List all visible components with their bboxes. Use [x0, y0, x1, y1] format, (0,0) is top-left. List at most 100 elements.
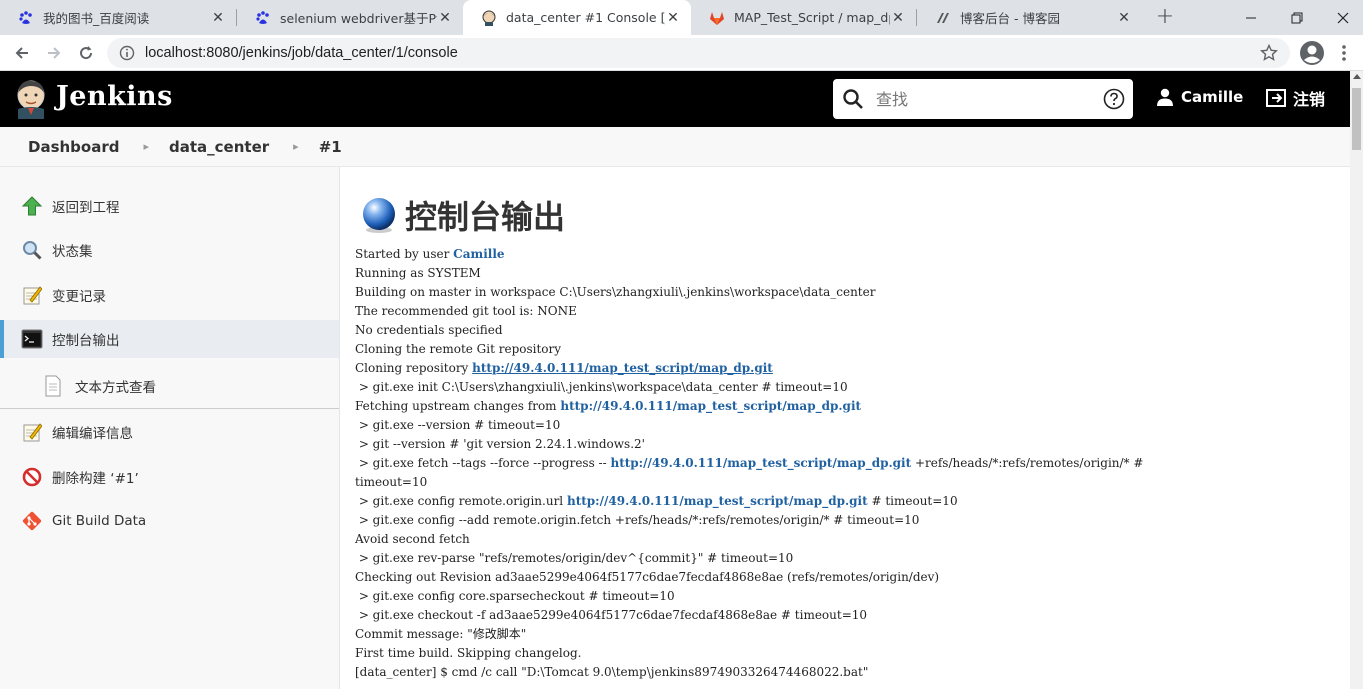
search-box [833, 79, 1133, 119]
console-line: > git.exe checkout -f ad3aae5299e4064f51… [355, 608, 868, 622]
search-input[interactable] [876, 89, 1086, 109]
forward-arrow-icon [48, 47, 61, 59]
close-icon[interactable]: ✕ [1116, 10, 1132, 26]
restore-button[interactable] [1274, 0, 1320, 35]
console-line: > git.exe config --add remote.origin.fet… [355, 513, 920, 527]
sidebar-item-changes[interactable]: 变更记录 [0, 276, 339, 314]
sidebar-item-label: 变更记录 [52, 289, 106, 305]
search-icon [843, 89, 863, 109]
sidebar-item-console-output[interactable]: 控制台输出 [0, 320, 339, 358]
repo-link[interactable]: http://49.4.0.111/map_test_script/map_dp… [610, 456, 911, 470]
back-button[interactable] [8, 39, 36, 67]
notepad-icon [21, 284, 43, 306]
window-close-button[interactable] [1320, 0, 1363, 35]
breadcrumb-dashboard[interactable]: Dashboard [28, 138, 119, 156]
tab-title: data_center #1 Console [Jen [506, 10, 665, 25]
menu-kebab-icon[interactable] [1334, 43, 1354, 63]
chevron-right-icon[interactable]: ▸ [143, 140, 149, 153]
cnblogs-icon [935, 10, 951, 26]
console-line: The recommended git tool is: NONE [355, 304, 577, 318]
reload-button[interactable] [72, 39, 100, 67]
console-line: > git.exe init C:\Users\zhangxiuli\.jenk… [355, 380, 848, 394]
browser-tab-strip: 我的图书_百度阅读 ✕ selenium webdriver基于Pyth ✕ d… [0, 0, 1363, 35]
url-text: localhost:8080/jenkins/job/data_center/1… [145, 45, 458, 61]
jenkins-logo-icon[interactable] [14, 79, 48, 119]
no-entry-icon [21, 466, 43, 488]
address-bar[interactable]: localhost:8080/jenkins/job/data_center/1… [107, 38, 1290, 68]
console-line: Cloning the remote Git repository [355, 342, 562, 356]
sidebar-item-view-as-plain-text[interactable]: 文本方式查看 [0, 367, 339, 405]
console-output: Started by user Camille Running as SYSTE… [355, 245, 1335, 682]
document-icon [42, 375, 64, 397]
breadcrumb-job[interactable]: data_center [169, 138, 269, 156]
browser-tab[interactable]: 我的图书_百度阅读 ✕ [0, 0, 236, 35]
jenkins-brand[interactable]: Jenkins [56, 81, 173, 112]
user-link[interactable]: Camille [453, 247, 504, 261]
console-line: First time build. Skipping changelog. [355, 646, 582, 660]
browser-tab[interactable]: selenium webdriver基于Pyth ✕ [237, 0, 463, 35]
sidebar-divider [0, 408, 339, 409]
console-line: Cloning repository http://49.4.0.111/map… [355, 361, 773, 375]
sidebar-item-label: 返回到工程 [52, 200, 120, 216]
jenkins-header: Jenkins Camille 注销 [0, 71, 1350, 127]
repo-link[interactable]: http://49.4.0.111/map_test_script/map_dp… [567, 494, 868, 508]
scroll-up-arrow-icon[interactable] [1353, 74, 1361, 79]
tab-title: MAP_Test_Script / map_dp · [734, 10, 890, 25]
sidebar-item-git-build-data[interactable]: Git Build Data [0, 502, 339, 540]
close-icon[interactable]: ✕ [665, 10, 681, 26]
repo-link[interactable]: http://49.4.0.111/map_test_script/map_dp… [560, 399, 861, 413]
restore-icon [1291, 12, 1303, 23]
help-icon[interactable] [1103, 88, 1125, 110]
sidebar-item-back-to-project[interactable]: 返回到工程 [0, 187, 339, 225]
sidebar-item-edit-build-info[interactable]: 编辑编译信息 [0, 413, 339, 451]
bookmark-star-icon[interactable] [1260, 44, 1278, 62]
main-panel: 控制台输出 Started by user Camille Running as… [341, 167, 1350, 689]
info-icon [119, 45, 135, 61]
page-title-text: 控制台输出 [405, 198, 566, 236]
sidebar-item-label: Git Build Data [52, 513, 147, 529]
console-line: Building on master in workspace C:\Users… [355, 285, 876, 299]
console-line: > git.exe fetch --tags --force --progres… [355, 456, 1144, 470]
user-link[interactable]: Camille [1155, 87, 1243, 107]
baidu-paw-icon [255, 10, 271, 26]
sidebar-item-label: 删除构建 ‘#1’ [52, 471, 139, 487]
breadcrumb-build[interactable]: #1 [319, 138, 342, 156]
tab-title: 我的图书_百度阅读 [43, 11, 150, 26]
sidebar-item-label: 编辑编译信息 [52, 426, 133, 442]
vertical-scrollbar[interactable] [1350, 71, 1363, 689]
browser-tab[interactable]: MAP_Test_Script / map_dp · ✕ [691, 0, 916, 35]
sidebar-item-status[interactable]: 状态集 [0, 231, 339, 269]
close-icon [1337, 12, 1349, 23]
console-line: No credentials specified [355, 323, 503, 337]
close-icon[interactable]: ✕ [890, 10, 906, 26]
sidebar-item-delete-build[interactable]: 删除构建 ‘#1’ [0, 458, 339, 496]
chevron-right-icon[interactable]: ▸ [293, 140, 299, 153]
forward-button[interactable] [40, 39, 68, 67]
user-icon [1157, 88, 1173, 106]
scrollbar-thumb[interactable] [1352, 88, 1361, 150]
notepad-icon [21, 421, 43, 443]
console-line: > git.exe --version # timeout=10 [355, 418, 561, 432]
new-tab-button[interactable]: + [1153, 5, 1177, 29]
terminal-icon [21, 328, 43, 350]
logout-link[interactable]: 注销 [1265, 86, 1325, 110]
minimize-button[interactable] [1228, 0, 1274, 35]
close-icon[interactable]: ✕ [437, 10, 453, 26]
browser-toolbar: localhost:8080/jenkins/job/data_center/1… [0, 35, 1363, 71]
browser-tab[interactable]: 博客后台 - 博客园 ✕ [917, 0, 1142, 35]
sidebar-item-label: 控制台输出 [52, 333, 120, 349]
repo-link[interactable]: http://49.4.0.111/map_test_script/map_dp… [472, 361, 773, 375]
up-arrow-icon [21, 195, 43, 217]
jenkins-icon [481, 10, 497, 26]
console-line: [data_center] $ cmd /c call "D:\Tomcat 9… [355, 665, 869, 679]
console-line: Checking out Revision ad3aae5299e4064f51… [355, 570, 940, 584]
logout-icon [1266, 89, 1286, 107]
console-line: > git --version # 'git version 2.24.1.wi… [355, 437, 645, 451]
tab-title: selenium webdriver基于Pyth [280, 11, 437, 26]
profile-avatar-icon[interactable] [1299, 40, 1325, 66]
user-name: Camille [1181, 88, 1244, 106]
side-panel: 返回到工程 状态集 变更记录 控制台输出 文本方式查看 编辑编译信息 删除构建 … [0, 167, 340, 689]
browser-tab-active[interactable]: data_center #1 Console [Jen ✕ [463, 0, 691, 35]
close-icon[interactable]: ✕ [210, 10, 226, 26]
minimize-icon [1246, 17, 1256, 18]
